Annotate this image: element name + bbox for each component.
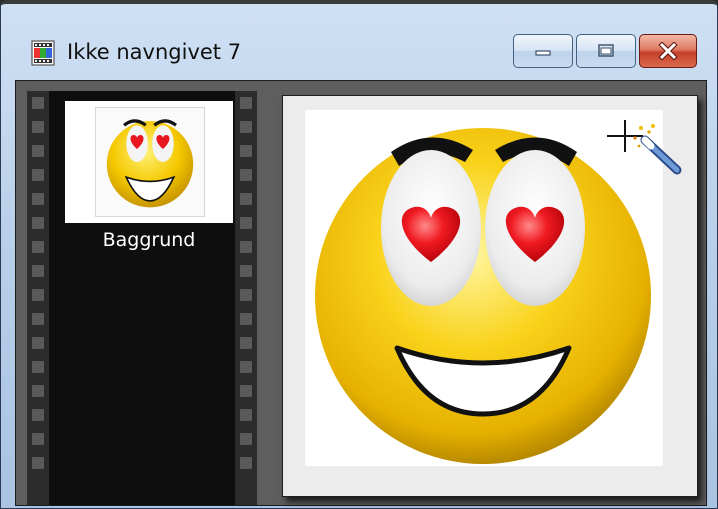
image-canvas[interactable]	[282, 95, 698, 497]
document-client-area: Baggrund	[15, 80, 707, 506]
filmstrip-sprockets-left	[27, 91, 49, 505]
filmstrip-sprockets-right	[235, 91, 257, 505]
filmstrip-panel: Baggrund	[27, 91, 257, 505]
frame-thumbnail-image	[95, 107, 205, 217]
minimize-button[interactable]	[513, 34, 573, 68]
maximize-icon	[598, 44, 614, 57]
close-button[interactable]	[639, 34, 697, 68]
magic-wand-cursor-icon	[607, 120, 682, 175]
frame-label: Baggrund	[102, 229, 196, 251]
title-bar[interactable]: Ikke navngivet 7	[1, 4, 717, 76]
maximize-button[interactable]	[576, 34, 636, 68]
window-title: Ikke navngivet 7	[67, 40, 242, 64]
close-icon	[658, 42, 678, 60]
document-window: Ikke navngivet 7 Baggrund	[0, 0, 718, 509]
frame-thumbnail[interactable]	[65, 101, 233, 223]
film-document-icon	[31, 40, 55, 66]
minimize-icon	[535, 50, 551, 56]
